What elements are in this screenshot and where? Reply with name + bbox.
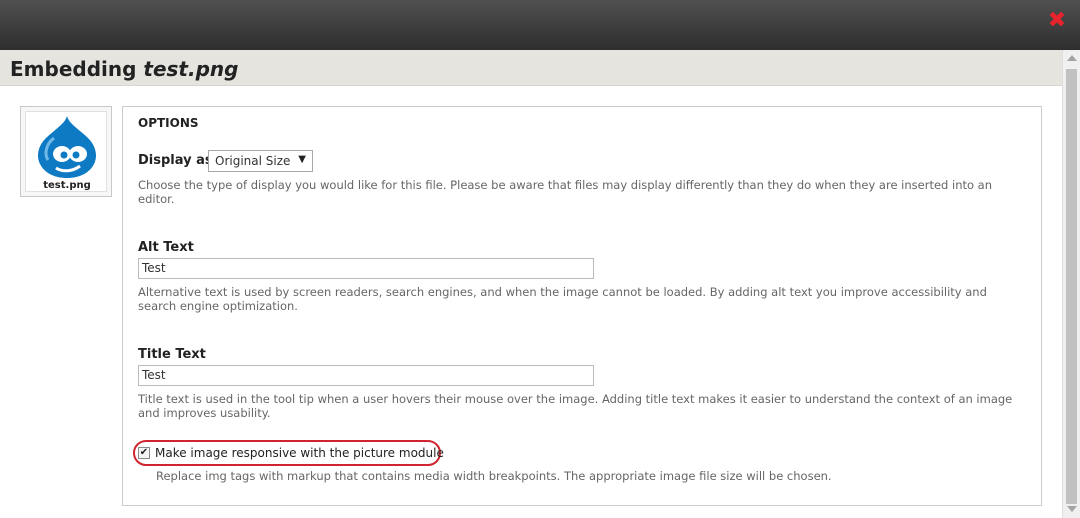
display-as-selected-value: Original Size bbox=[215, 154, 291, 168]
responsive-checkbox-label[interactable]: Make image responsive with the picture m… bbox=[155, 446, 444, 460]
title-prefix: Embedding bbox=[10, 57, 137, 81]
title-filename: test.png bbox=[143, 57, 239, 81]
vertical-scrollbar[interactable] bbox=[1062, 50, 1080, 518]
alt-text-label: Alt Text bbox=[138, 240, 194, 255]
scroll-thumb[interactable] bbox=[1066, 69, 1077, 504]
drupal-drop-icon bbox=[38, 116, 96, 178]
options-legend: OPTIONS bbox=[138, 116, 199, 130]
display-as-select[interactable]: Original Size ▼ bbox=[208, 150, 313, 172]
title-text-input[interactable]: Test bbox=[138, 365, 594, 386]
preview-filename: test.png bbox=[43, 180, 91, 191]
alt-text-input[interactable]: Test bbox=[138, 258, 594, 279]
file-preview-frame: test.png bbox=[25, 111, 107, 192]
display-as-label: Display as bbox=[138, 153, 213, 168]
dialog-title-bar: Embedding test.png bbox=[0, 50, 1062, 86]
file-preview: test.png bbox=[20, 106, 112, 197]
title-text-label: Title Text bbox=[138, 347, 206, 362]
responsive-checkbox[interactable]: ✔ bbox=[138, 447, 150, 459]
scroll-up-arrow-icon[interactable] bbox=[1067, 55, 1077, 61]
dropdown-arrow-icon: ▼ bbox=[298, 154, 306, 165]
close-icon[interactable]: ✖ bbox=[1046, 10, 1068, 32]
display-as-description: Choose the type of display you would lik… bbox=[138, 178, 993, 206]
responsive-description: Replace img tags with markup that contai… bbox=[156, 469, 832, 483]
title-text-description: Title text is used in the tool tip when … bbox=[138, 392, 1013, 420]
dialog-title: Embedding test.png bbox=[10, 57, 238, 81]
options-fieldset: OPTIONS Display as Original Size ▼ Choos… bbox=[122, 106, 1042, 506]
alt-text-description: Alternative text is used by screen reade… bbox=[138, 285, 987, 313]
dialog-top-bar: ✖ bbox=[0, 0, 1080, 50]
scroll-down-arrow-icon[interactable] bbox=[1067, 506, 1077, 512]
